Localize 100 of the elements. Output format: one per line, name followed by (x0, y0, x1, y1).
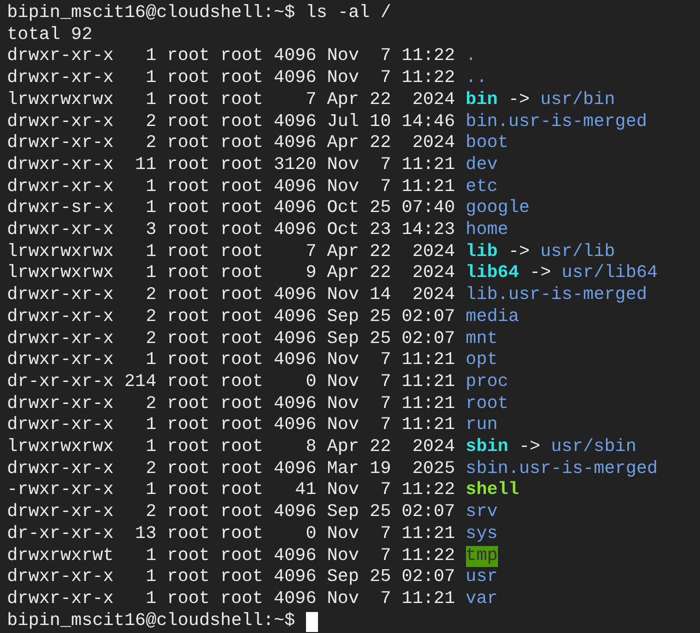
day: 7 (370, 372, 391, 394)
permissions: drwxr-xr-x (7, 112, 114, 134)
month: Sep (327, 306, 360, 329)
time-or-year: 11:21 (402, 176, 455, 198)
time-or-year: 2024 (411, 242, 455, 264)
day: 22 (370, 133, 391, 155)
file-name: sbin (466, 437, 508, 459)
time-or-year: 14:23 (402, 220, 455, 242)
link-count: 1 (144, 588, 156, 611)
file-name: srv (466, 502, 498, 524)
link-count: 1 (144, 242, 156, 264)
month: Nov (327, 350, 360, 372)
shell-prompt: bipin_mscit16@cloudshell:~$ (7, 610, 296, 632)
time-or-year: 07:40 (402, 198, 455, 220)
permissions: drwxr-xr-x (7, 458, 114, 480)
file-name: run (466, 415, 498, 438)
file-name: var (466, 588, 498, 611)
file-name: media (466, 306, 520, 329)
owner: root (167, 176, 210, 198)
month: Nov (327, 524, 360, 546)
owner: root (167, 220, 210, 242)
link-count: 1 (144, 90, 156, 112)
owner: root (167, 242, 210, 264)
month: Nov (327, 415, 360, 438)
group: root (220, 350, 264, 372)
permissions: lrwxrwxrwx (7, 437, 114, 459)
permissions: lrwxrwxrwx (7, 90, 114, 112)
link-count: 1 (144, 480, 156, 502)
file-size: 4096 (274, 458, 316, 480)
file-size: 4096 (274, 133, 316, 155)
shell-prompt: bipin_mscit16@cloudshell:~$ (7, 3, 296, 23)
group: root (220, 90, 264, 112)
month: Apr (327, 133, 360, 155)
file-size: 0 (304, 372, 316, 394)
day: 25 (370, 306, 391, 329)
group: root (220, 46, 264, 68)
link-arrow: -> (508, 242, 530, 264)
month: Nov (327, 372, 360, 394)
file-size: 4096 (274, 68, 316, 90)
time-or-year: 2024 (411, 133, 455, 155)
link-count: 1 (144, 415, 156, 438)
file-size: 4096 (274, 350, 316, 372)
file-name: home (466, 220, 508, 242)
month: Oct (327, 198, 360, 220)
month: Oct (327, 220, 360, 242)
permissions: dr-xr-xr-x (7, 372, 114, 394)
file-name: tmp (466, 546, 498, 568)
file-size: 4096 (274, 588, 316, 611)
permissions: drwxr-sr-x (7, 198, 114, 220)
month: Sep (327, 328, 360, 350)
day: 7 (370, 394, 391, 416)
file-name: .. (466, 68, 487, 90)
file-size: 9 (304, 263, 316, 286)
file-name: boot (466, 133, 508, 155)
group: root (220, 502, 264, 524)
month: Nov (327, 588, 360, 611)
file-name: mnt (466, 328, 498, 350)
day: 25 (370, 502, 391, 524)
permissions: drwxr-xr-x (7, 46, 114, 68)
group: root (220, 263, 264, 286)
link-target: usr/lib64 (562, 263, 658, 286)
month: Apr (327, 242, 360, 264)
file-name: root (466, 394, 508, 416)
time-or-year: 11:22 (402, 480, 455, 502)
link-count: 1 (144, 176, 156, 198)
permissions: lrwxrwxrwx (7, 263, 114, 286)
file-name: . (466, 46, 476, 68)
file-size: 4096 (274, 546, 316, 568)
permissions: drwxr-xr-x (7, 415, 114, 438)
file-size: 4096 (274, 502, 316, 524)
month: Nov (327, 546, 360, 568)
month: Jul (327, 112, 360, 134)
time-or-year: 11:21 (402, 154, 455, 177)
file-name: opt (466, 350, 498, 372)
owner: root (167, 372, 210, 394)
permissions: drwxr-xr-x (7, 285, 114, 307)
link-count: 2 (144, 112, 156, 134)
file-size: 8 (304, 437, 316, 459)
time-or-year: 2024 (411, 263, 455, 286)
month: Nov (327, 154, 360, 177)
link-target: usr/bin (540, 90, 616, 112)
time-or-year: 11:21 (402, 524, 455, 546)
owner: root (167, 480, 210, 502)
day: 7 (370, 415, 391, 438)
day: 7 (370, 546, 391, 568)
group: root (220, 458, 264, 480)
file-size: 4096 (274, 567, 316, 589)
time-or-year: 2025 (411, 458, 455, 480)
link-count: 13 (134, 524, 156, 546)
link-count: 2 (144, 306, 156, 329)
day: 7 (370, 350, 391, 372)
group: root (220, 328, 264, 350)
time-or-year: 11:22 (402, 46, 455, 68)
file-name: dev (466, 154, 498, 177)
group: root (220, 176, 264, 198)
file-size: 4096 (274, 328, 316, 350)
month: Apr (327, 437, 360, 459)
file-name: sbin.usr-is-merged (466, 458, 658, 480)
owner: root (167, 524, 210, 546)
month: Nov (327, 285, 360, 307)
